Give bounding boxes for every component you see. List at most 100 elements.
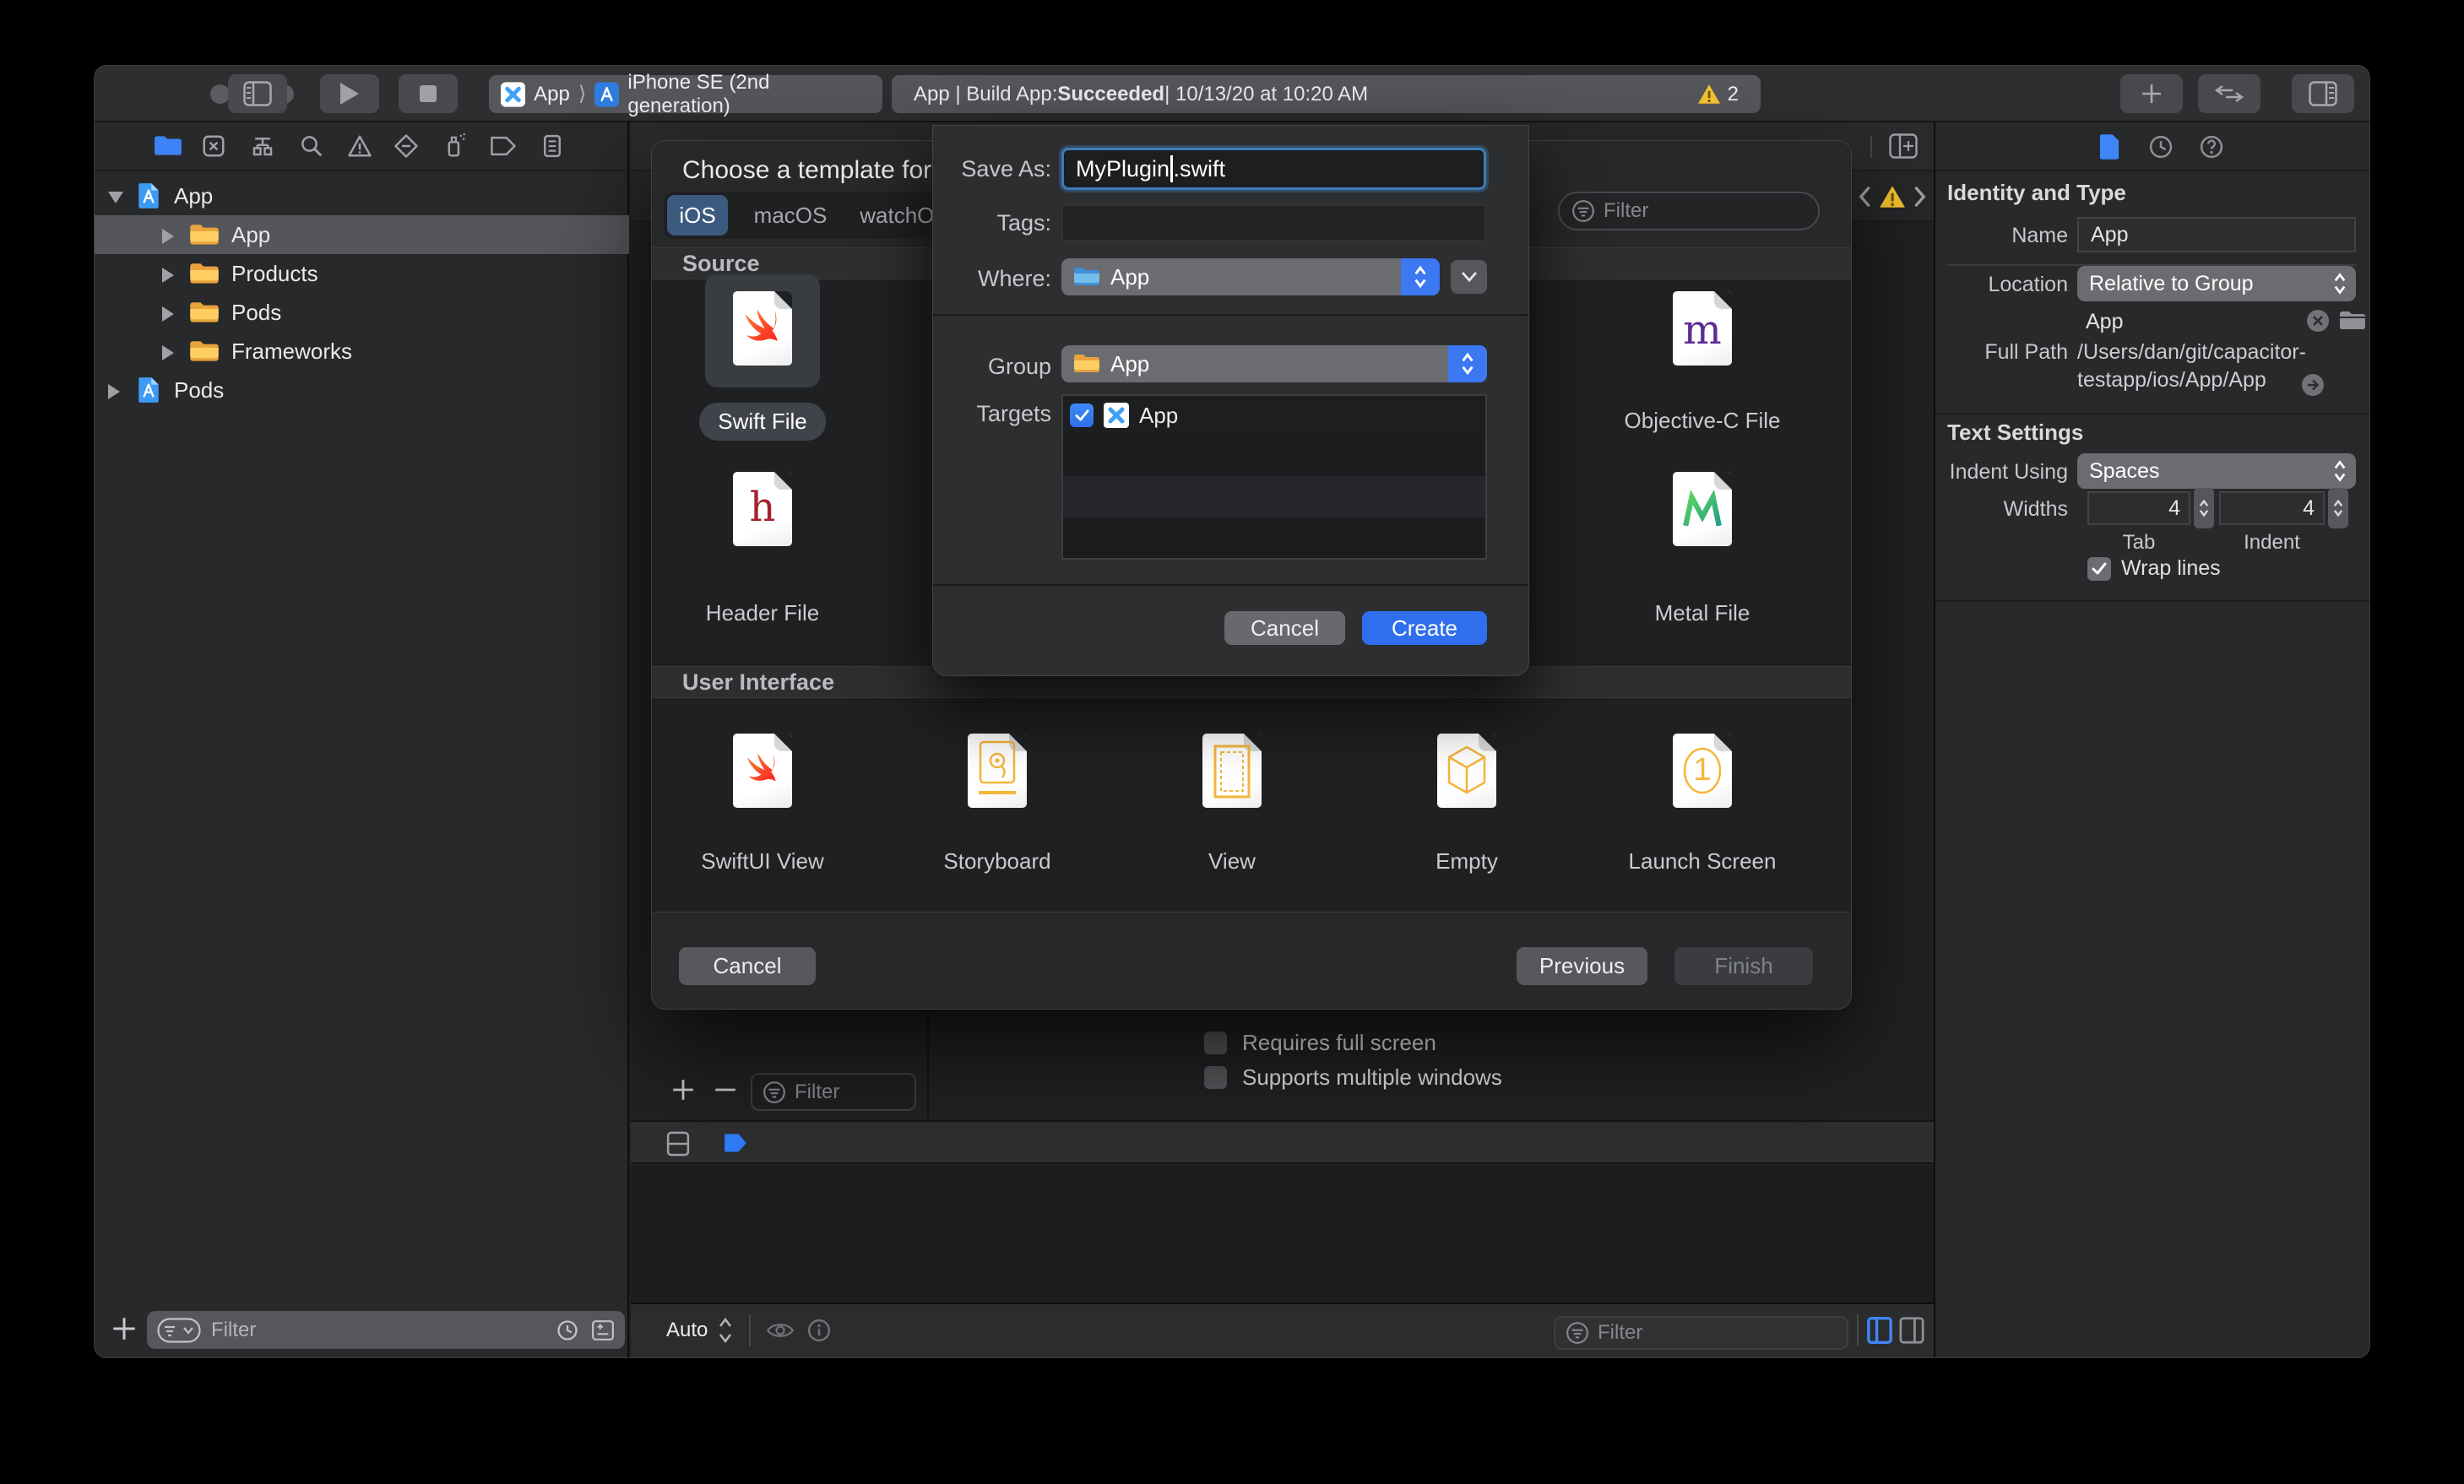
tab-history-inspector[interactable] [2148, 134, 2174, 160]
blue-folder-icon [1074, 268, 1099, 285]
tab-width-stepper[interactable] [2194, 488, 2214, 528]
editor-back-forward-button[interactable] [2198, 74, 2260, 113]
filter-placeholder: Filter [795, 1080, 840, 1103]
indent-width-field[interactable]: 4 [2219, 491, 2325, 525]
name-label: Name [2011, 224, 2068, 247]
dialog-cancel-button[interactable]: Cancel [679, 947, 816, 985]
tree-item-project-app[interactable]: App [95, 176, 629, 215]
template-label: Empty [1436, 848, 1498, 874]
chevron-up-down-icon [2334, 460, 2346, 482]
breakpoint-marker-icon[interactable] [724, 1133, 747, 1153]
requires-full-screen-checkbox[interactable]: Requires full screen [1204, 1030, 1436, 1056]
variables-view-mode[interactable]: Auto [666, 1319, 708, 1342]
template-swift-file[interactable] [733, 291, 792, 366]
add-editor-icon[interactable] [1889, 133, 1918, 159]
tab-macos[interactable]: macOS [740, 195, 841, 236]
tree-item-project-pods[interactable]: Pods [95, 371, 629, 409]
indent-width-stepper[interactable] [2328, 488, 2348, 528]
tab-find-navigator[interactable] [299, 133, 324, 163]
add-file-button[interactable] [111, 1316, 137, 1341]
targets-filter-input[interactable]: Filter [751, 1073, 916, 1111]
clear-location-icon[interactable] [2305, 308, 2331, 333]
tab-test-navigator[interactable] [393, 133, 419, 163]
indent-using-dropdown[interactable]: Spaces [2077, 453, 2356, 489]
warning-icon[interactable] [1879, 185, 1906, 209]
divider [1935, 413, 2369, 414]
stepper-icon [2333, 499, 2343, 517]
template-launch-screen[interactable]: 1 [1673, 734, 1732, 808]
add-target-button[interactable] [671, 1078, 695, 1102]
sheet-create-button[interactable]: Create [1362, 611, 1487, 645]
disclosure-closed-icon[interactable] [108, 384, 120, 399]
choose-folder-icon[interactable] [2339, 310, 2366, 332]
template-view[interactable] [1202, 734, 1262, 808]
console-filter-input[interactable]: Filter [1554, 1316, 1848, 1350]
tab-symbol-navigator[interactable] [250, 133, 275, 163]
template-filter-input[interactable]: Filter [1558, 192, 1820, 230]
library-add-button[interactable] [2120, 74, 2183, 113]
tree-item-folder-frameworks[interactable]: Frameworks [95, 332, 629, 371]
template-storyboard[interactable] [968, 734, 1027, 808]
open-path-arrow-icon[interactable] [2300, 372, 2326, 398]
tree-item-folder-app-selected[interactable]: App [95, 215, 629, 254]
run-button[interactable] [320, 74, 379, 113]
tab-breakpoint-navigator[interactable] [490, 134, 517, 162]
dialog-previous-button[interactable]: Previous [1517, 947, 1647, 985]
dialog-finish-button[interactable]: Finish [1674, 947, 1813, 985]
previous-issue-icon[interactable] [1857, 185, 1872, 209]
navigator-filter-input[interactable]: Filter [147, 1311, 625, 1349]
template-swiftui-view[interactable] [733, 734, 792, 808]
show-console-pane-icon[interactable] [1899, 1317, 1924, 1344]
template-header-file[interactable]: h [733, 472, 792, 546]
toggle-navigator-button[interactable] [228, 74, 287, 113]
tab-issue-navigator[interactable] [347, 133, 372, 163]
save-as-input[interactable]: MyPlugin .swift [1061, 148, 1486, 190]
window-pane-icon[interactable] [666, 1131, 690, 1156]
tags-input[interactable] [1061, 204, 1486, 241]
tab-ios[interactable]: iOS [667, 195, 728, 236]
disclosure-closed-icon[interactable] [162, 345, 174, 360]
tab-file-inspector[interactable] [2098, 133, 2121, 160]
group-dropdown[interactable]: App [1061, 345, 1487, 382]
checkbox-checked-icon[interactable] [1070, 403, 1094, 427]
close-window-button[interactable] [210, 84, 230, 104]
divider [749, 1314, 751, 1346]
tab-help-inspector[interactable] [2199, 134, 2224, 160]
wrap-lines-checkbox[interactable]: Wrap lines [2087, 556, 2221, 581]
template-empty[interactable] [1437, 734, 1496, 808]
remove-target-button[interactable] [714, 1078, 737, 1102]
toggle-inspector-button[interactable] [2292, 74, 2354, 113]
tab-width-field[interactable]: 4 [2087, 491, 2190, 525]
tree-item-folder-products[interactable]: Products [95, 254, 629, 293]
target-row-app[interactable]: App [1063, 396, 1485, 435]
tree-item-folder-pods[interactable]: Pods [95, 293, 629, 332]
scheme-selector[interactable]: App ⟩ iPhone SE (2nd generation) [489, 71, 882, 117]
expand-save-panel-button[interactable] [1451, 260, 1487, 294]
disclosure-closed-icon[interactable] [162, 268, 174, 283]
sheet-cancel-button[interactable]: Cancel [1224, 611, 1345, 645]
source-control-status-filter-icon[interactable] [591, 1319, 615, 1341]
tab-source-control-navigator[interactable] [201, 133, 226, 163]
template-metal-file[interactable] [1673, 472, 1732, 546]
info-icon[interactable] [806, 1318, 832, 1343]
template-objc-file[interactable]: m [1673, 291, 1732, 366]
next-issue-icon[interactable] [1913, 185, 1928, 209]
where-dropdown[interactable]: App [1061, 258, 1440, 295]
show-variables-pane-icon[interactable] [1867, 1317, 1892, 1344]
fullpath-line2: testapp/ios/App/App [2077, 368, 2266, 392]
disclosure-closed-icon[interactable] [162, 229, 174, 244]
stop-button[interactable] [399, 74, 458, 113]
recent-files-clock-icon[interactable] [556, 1319, 579, 1342]
tab-debug-navigator[interactable] [442, 132, 467, 163]
activity-status-bar[interactable]: App | Build App: Succeeded | 10/13/20 at… [892, 75, 1761, 113]
template-swift-file-label-pill: Swift File [645, 403, 880, 441]
name-field[interactable]: App [2077, 217, 2356, 252]
eye-icon[interactable] [766, 1319, 795, 1342]
disclosure-open-icon[interactable] [108, 192, 123, 203]
supports-multiple-windows-checkbox[interactable]: Supports multiple windows [1204, 1064, 1502, 1091]
tab-report-navigator[interactable] [540, 133, 565, 163]
location-dropdown[interactable]: Relative to Group [2077, 266, 2356, 301]
disclosure-closed-icon[interactable] [162, 306, 174, 322]
tab-project-navigator[interactable] [154, 134, 182, 162]
chevron-up-down-icon[interactable] [717, 1316, 734, 1345]
